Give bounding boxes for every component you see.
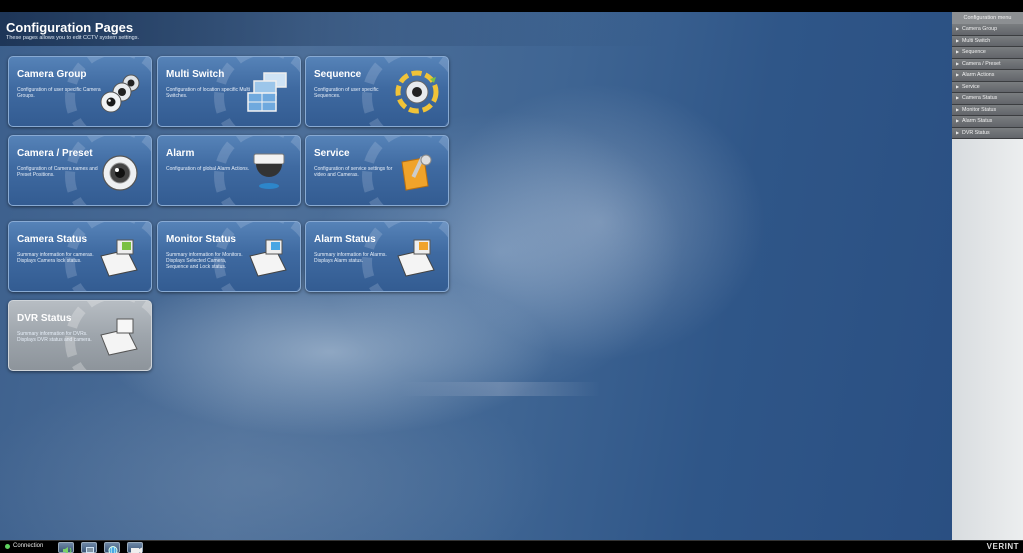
tile-title: Camera / Preset [17,148,93,159]
tile-alarm[interactable]: Alarm Configuration of global Alarm Acti… [157,135,301,206]
camera-status-icon [100,239,138,277]
monitor-wall-icon [247,72,287,112]
tile-camera-status[interactable]: Camera Status Summary information for ca… [8,221,152,292]
tile-title: Multi Switch [166,69,225,80]
camera-icon [131,547,142,553]
menu-item-camera-status[interactable]: ▶ Camera Status [952,93,1023,105]
dome-camera-icon [253,153,285,189]
page-title: Configuration Pages [6,20,134,35]
tile-title: DVR Status [17,313,72,324]
top-strip [0,0,1023,12]
menu-item-dvr-status[interactable]: ▶ DVR Status [952,127,1023,139]
camera-group-icon [100,74,140,113]
tile-monitor-status[interactable]: Monitor Status Summary information for M… [157,221,301,292]
menu-item-camera-group[interactable]: ▶ Camera Group [952,24,1023,36]
page-header: Configuration Pages These pages allows y… [0,12,952,46]
globe-icon [108,546,118,553]
tile-title: Monitor Status [166,234,236,245]
tile-description: Configuration of global Alarm Actions. [166,166,250,172]
tile-multi-switch[interactable]: Multi Switch Configuration of location s… [157,56,301,127]
globe-button[interactable] [104,542,120,553]
tile-description: Configuration of user specific Sequences… [314,87,379,99]
tile-title: Service [314,148,350,159]
menu-item-label: Alarm Status [962,118,993,124]
status-bar: Connection VERINT [0,540,1023,553]
menu-item-monitor-status[interactable]: ▶ Monitor Status [952,104,1023,116]
connection-status-indicator [5,544,10,549]
tile-camera-group[interactable]: Camera Group Configuration of user speci… [8,56,152,127]
main-content: Configuration Pages These pages allows y… [0,12,952,540]
tile-description: Configuration of service settings for vi… [314,166,393,178]
camera-button[interactable] [127,542,143,553]
tile-description: Summary information for Alarms. Displays… [314,252,387,264]
list-button[interactable] [81,542,97,553]
tile-description: Configuration of Camera names and Preset… [17,166,98,178]
menu-item-camera-preset[interactable]: ▶ Camera / Preset [952,58,1023,70]
speaker-button[interactable] [58,542,74,553]
menu-item-label: Service [962,83,980,90]
menu-item-sequence[interactable]: ▶ Sequence [952,47,1023,59]
tile-alarm-status[interactable]: Alarm Status Summary information for Ala… [305,221,449,292]
monitor-status-icon [249,239,287,277]
tile-title: Sequence [314,69,362,80]
configuration-menu: Configuration menu ▶ Camera Group ▶ Multi … [952,12,1023,540]
sequence-icon [395,70,439,114]
menu-item-service[interactable]: ▶ Service [952,81,1023,93]
speaker-icon [63,547,72,553]
menu-item-label: Camera Status [962,95,998,101]
menu-item-label: Camera Group [962,26,998,32]
tile-title: Camera Group [17,69,87,80]
tile-service[interactable]: Service Configuration of service setting… [305,135,449,206]
menu-header: Configuration menu [952,12,1023,24]
dvr-status-icon [100,318,138,356]
tile-description: Configuration of location specific Multi… [166,87,250,99]
tile-title: Alarm Status [314,234,376,245]
menu-item-label: Monitor Status [962,106,997,113]
tile-sequence[interactable]: Sequence Configuration of user specific … [305,56,449,127]
menu-item-label: Camera / Preset [962,60,1001,67]
connection-label: Connection [13,543,44,549]
tile-description: Summary information for cameras. Display… [17,252,94,264]
menu-item-label: DVR Status [962,129,990,136]
alarm-status-icon [397,239,435,277]
tile-description: Summary information for DVRs. Displays D… [17,331,92,343]
menu-item-alarm-actions[interactable]: ▶ Alarm Actions [952,70,1023,82]
tile-title: Camera Status [17,234,88,245]
tile-description: Summary information for Monitors. Displa… [166,252,243,270]
tile-camera-preset[interactable]: Camera / Preset Configuration of Camera … [8,135,152,206]
menu-item-label: Alarm Actions [962,72,995,78]
camera-lens-icon [102,155,138,191]
menu-item-label: Multi Switch [962,37,991,44]
brand-logo: VERINT [986,542,1019,551]
menu-item-alarm-status[interactable]: ▶ Alarm Status [952,116,1023,128]
menu-item-multi-switch[interactable]: ▶ Multi Switch [952,35,1023,47]
menu-item-label: Sequence [962,49,986,55]
list-icon [86,547,94,553]
service-tools-icon [401,154,432,191]
tile-title: Alarm [166,148,195,159]
tile-description: Configuration of user specific Camera Gr… [17,87,101,99]
page-subtitle: These pages allows you to edit CCTV syst… [6,35,139,41]
tile-dvr-status[interactable]: DVR Status Summary information for DVRs.… [8,300,152,371]
